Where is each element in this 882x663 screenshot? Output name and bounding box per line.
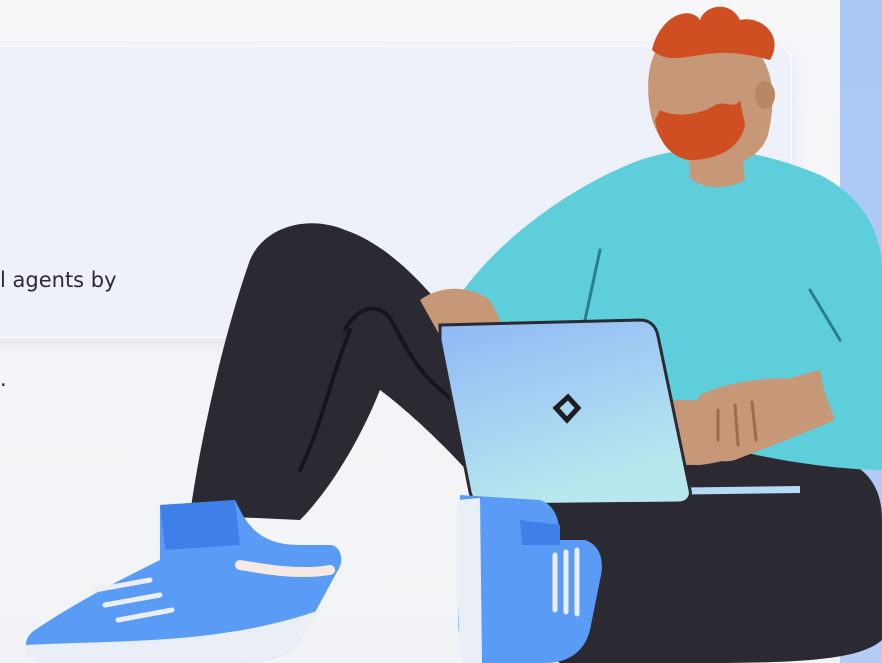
hair — [652, 6, 775, 60]
ear — [755, 81, 775, 109]
right-shoe-sole — [457, 498, 482, 663]
person-with-laptop-illustration — [24, 6, 882, 663]
laptop-screen — [438, 318, 692, 507]
left-shoe-collar — [160, 500, 240, 550]
